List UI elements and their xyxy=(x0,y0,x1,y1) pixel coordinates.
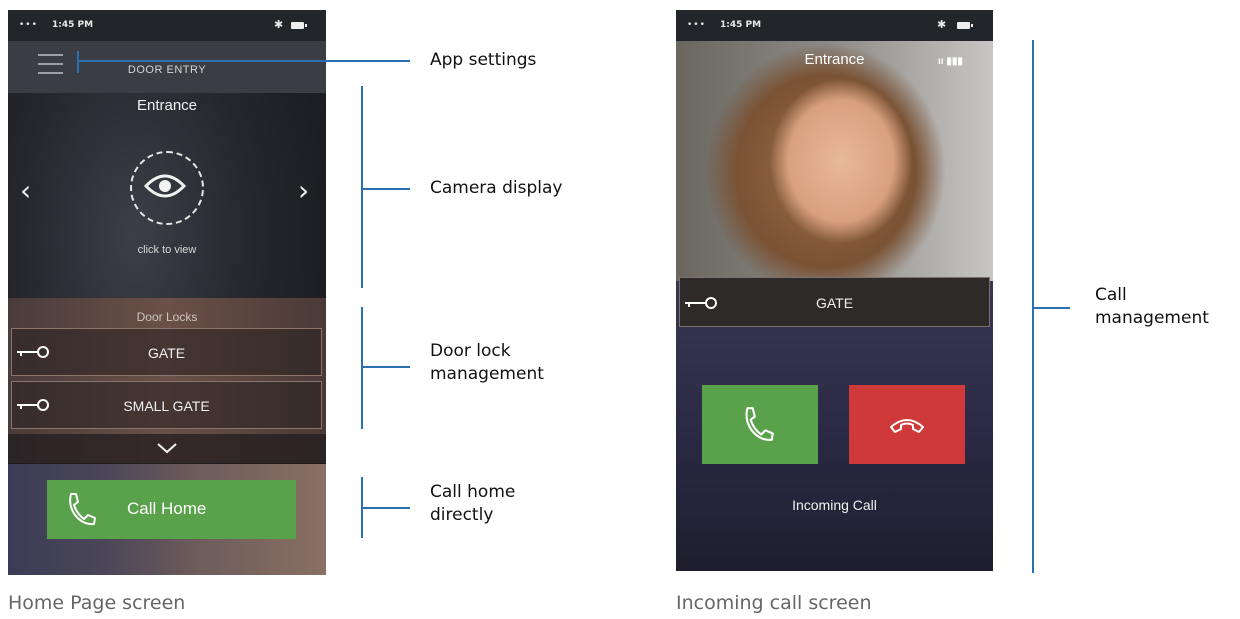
battery-icon xyxy=(291,22,307,29)
signal-indicator: ••• xyxy=(687,20,706,30)
app-title: DOOR ENTRY xyxy=(127,64,207,76)
annotation-line-2: management xyxy=(430,364,544,384)
status-bar: ••• 1:45 PM ✱ xyxy=(676,10,993,41)
reject-call-button[interactable] xyxy=(849,385,965,464)
status-time: 1:45 PM xyxy=(52,20,94,30)
annotation-call-home: Call home directly xyxy=(430,481,515,527)
annotation-line-1: Door lock xyxy=(430,341,511,361)
accept-call-button[interactable] xyxy=(702,385,818,464)
lock-row-small-gate[interactable]: SMALL GATE xyxy=(11,381,322,429)
annotation-line-2: management xyxy=(1095,308,1209,328)
annotation-call-management: Call management xyxy=(1095,284,1209,330)
annotation-app-settings: App settings xyxy=(430,50,537,70)
lock-row-gate[interactable]: GATE xyxy=(11,328,322,376)
status-bar: ••• 1:45 PM ✱ xyxy=(8,10,326,41)
lock-row-gate[interactable]: GATE xyxy=(679,277,990,327)
call-home-label: Call Home xyxy=(127,499,207,518)
annotation-bracket xyxy=(361,307,363,429)
annotation-line xyxy=(361,366,410,368)
annotation-tick xyxy=(77,51,79,73)
annotation-line xyxy=(77,60,410,62)
annotation-camera-display: Camera display xyxy=(430,178,563,198)
home-page-phone: ••• 1:45 PM ✱ DOOR ENTRY Entrance ‹ › cl… xyxy=(8,10,326,575)
caption-home-page: Home Page screen xyxy=(8,592,186,614)
top-bar: DOOR ENTRY xyxy=(8,41,326,93)
bluetooth-icon: ✱ xyxy=(937,18,947,31)
annotation-line-2: directly xyxy=(430,505,494,525)
call-home-button[interactable]: Call Home xyxy=(47,480,296,539)
annotation-line xyxy=(361,188,410,190)
eye-icon xyxy=(144,174,186,198)
annotation-bracket xyxy=(361,86,363,288)
signal-indicator: ••• xyxy=(19,20,38,30)
click-to-view-label: click to view xyxy=(137,244,197,256)
annotation-line xyxy=(1032,307,1070,309)
chevron-left-icon[interactable]: ‹ xyxy=(20,174,31,207)
lock-label: SMALL GATE xyxy=(123,398,210,414)
caption-incoming-call: Incoming call screen xyxy=(676,592,872,614)
signal-battery-icon: ıı ▮▮▮ xyxy=(938,56,963,67)
phone-icon xyxy=(69,493,96,526)
status-time: 1:45 PM xyxy=(720,20,762,30)
lock-label: GATE xyxy=(147,345,186,361)
lock-label: GATE xyxy=(815,295,854,311)
bluetooth-icon: ✱ xyxy=(274,18,284,31)
annotation-line xyxy=(361,507,410,509)
battery-icon xyxy=(957,22,973,29)
incoming-call-phone: ••• 1:45 PM ✱ Entrance ıı ▮▮▮ GATE Incom… xyxy=(676,10,993,571)
camera-title: Entrance xyxy=(136,97,198,114)
camera-video-feed xyxy=(676,41,993,281)
chevron-right-icon[interactable]: › xyxy=(298,174,309,207)
annotation-line-1: Call home xyxy=(430,482,516,502)
hang-up-icon xyxy=(890,419,924,433)
annotation-door-lock: Door lock management xyxy=(430,340,544,386)
phone-icon xyxy=(745,407,774,441)
annotation-line-1: Call xyxy=(1095,285,1127,305)
incoming-call-label: Incoming Call xyxy=(792,497,877,513)
door-locks-title: Door Locks xyxy=(136,310,198,324)
chevron-down-icon xyxy=(157,443,177,454)
